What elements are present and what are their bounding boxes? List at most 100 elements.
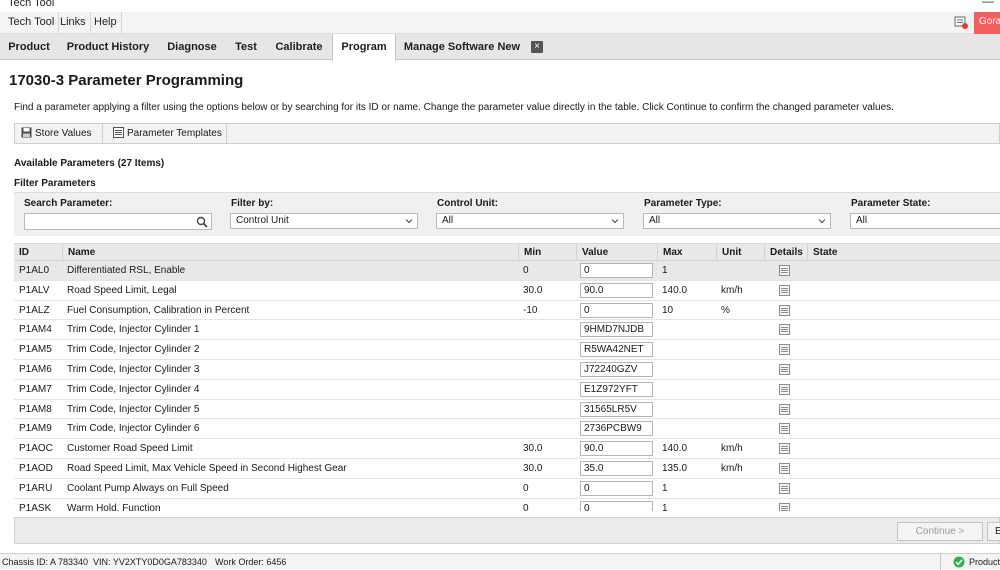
- table-row[interactable]: P1ARU Coolant Pump Always on Full Speed 0 1…: [14, 479, 1000, 499]
- minimize-button[interactable]: —: [982, 0, 994, 8]
- value-input[interactable]: 35.0: [580, 460, 653, 476]
- column-id[interactable]: ID: [14, 244, 62, 261]
- status-bar: Chassis ID: A 783340 VIN: YV2XTY0D0GA783…: [0, 553, 1000, 570]
- cell-min: [518, 360, 576, 379]
- tab-manage-software-new[interactable]: Manage Software New: [398, 34, 526, 60]
- cell-unit: [716, 499, 764, 511]
- parameter-type-label: Parameter Type:: [644, 198, 722, 209]
- table-row[interactable]: P1AOC Customer Road Speed Limit 30.0 140.0 k…: [14, 439, 1000, 459]
- table-row[interactable]: P1ALZ Fuel Consumption, Calibration in Pe…: [14, 301, 1000, 321]
- parameter-templates-button[interactable]: Parameter Templates: [107, 124, 227, 143]
- details-icon[interactable]: [779, 265, 790, 276]
- search-parameter-input[interactable]: [24, 213, 212, 230]
- details-icon[interactable]: [779, 363, 790, 375]
- cell-min: 0: [523, 482, 529, 494]
- column-state[interactable]: State: [807, 244, 1000, 261]
- parameter-state-select[interactable]: All: [850, 213, 1000, 229]
- details-icon[interactable]: [779, 482, 790, 494]
- tab-diagnose[interactable]: Diagnose: [158, 34, 226, 60]
- details-icon[interactable]: [779, 383, 790, 395]
- column-unit[interactable]: Unit: [716, 244, 764, 261]
- cell-name: Road Speed Limit, Legal: [67, 284, 177, 296]
- close-tab-icon[interactable]: ×: [531, 41, 543, 53]
- value-input[interactable]: 0: [580, 480, 653, 496]
- search-icon[interactable]: [196, 216, 208, 228]
- cell-max: 1: [662, 502, 668, 511]
- table-row[interactable]: P1AM6 Trim Code, Injector Cylinder 3 J7224…: [14, 360, 1000, 380]
- table-row[interactable]: P1ALV Road Speed Limit, Legal 30.0 140.0 km/…: [14, 281, 1000, 301]
- instructions-text: Find a parameter applying a filter using…: [14, 102, 894, 113]
- value-input[interactable]: 0: [580, 302, 653, 318]
- extra-button[interactable]: E: [987, 522, 1000, 541]
- column-value[interactable]: Value: [576, 244, 657, 261]
- column-max[interactable]: Max: [657, 244, 716, 261]
- notification-icon[interactable]: [954, 16, 968, 29]
- available-parameters-count: Available Parameters (27 Items): [14, 158, 165, 169]
- cell-id: P1AM9: [19, 423, 52, 435]
- filter-heading: Filter Parameters: [14, 178, 96, 189]
- column-name[interactable]: Name: [62, 244, 518, 261]
- details-icon[interactable]: [779, 324, 790, 336]
- value-input[interactable]: 9HMD7NJDB: [580, 322, 653, 338]
- details-icon[interactable]: [779, 462, 790, 474]
- table-row[interactable]: P1AM4 Trim Code, Injector Cylinder 1 9HMD7…: [14, 320, 1000, 341]
- value-input[interactable]: E1Z972YFT: [580, 381, 653, 397]
- continue-button[interactable]: Continue >: [897, 522, 983, 541]
- cell-min: [518, 380, 576, 399]
- details-icon[interactable]: [779, 502, 790, 511]
- details-icon[interactable]: [779, 344, 790, 356]
- tab-program[interactable]: Program: [332, 34, 396, 61]
- tab-test[interactable]: Test: [226, 34, 266, 60]
- table-row[interactable]: P1AM9 Trim Code, Injector Cylinder 6 2736P…: [14, 419, 1000, 440]
- details-icon[interactable]: [779, 443, 790, 455]
- check-circle-icon: [953, 556, 965, 568]
- value-input[interactable]: R5WA42NET: [580, 342, 653, 358]
- table-row[interactable]: P1AL0 Differentiated RSL, Enable 0 1 0: [14, 261, 1000, 281]
- value-input[interactable]: 90.0: [580, 441, 653, 457]
- table-row[interactable]: P1AM8 Trim Code, Injector Cylinder 5 31565…: [14, 400, 1000, 420]
- cell-min: 30.0: [523, 462, 543, 474]
- menu-tech-tool[interactable]: Tech Tool: [4, 12, 60, 33]
- value-input[interactable]: 31565LR5V: [580, 401, 653, 417]
- work-order: Work Order: 6456: [215, 557, 287, 567]
- cell-min: 30.0: [523, 443, 543, 455]
- tab-product-history[interactable]: Product History: [58, 34, 158, 60]
- cell-id: P1ARU: [19, 482, 53, 494]
- control-unit-select[interactable]: All: [436, 213, 624, 229]
- value-input[interactable]: 2736PCBW9: [580, 421, 653, 437]
- table-row[interactable]: P1ASK Warm Hold, Function 0 1 0: [14, 499, 1000, 511]
- store-values-button[interactable]: Store Values: [15, 124, 103, 143]
- table-row[interactable]: P1AOD Road Speed Limit, Max Vehicle Speed…: [14, 459, 1000, 479]
- status-divider: [940, 554, 941, 570]
- menu-help[interactable]: Help: [90, 12, 122, 33]
- details-icon[interactable]: [779, 284, 790, 296]
- table-row[interactable]: P1AM7 Trim Code, Injector Cylinder 4 E1Z97…: [14, 380, 1000, 400]
- tab-calibrate[interactable]: Calibrate: [266, 34, 332, 60]
- table-header: ID Name Min Value Max Unit Details State: [14, 244, 1000, 261]
- value-input[interactable]: 0: [580, 500, 653, 511]
- details-icon[interactable]: [779, 423, 790, 435]
- cell-unit: km/h: [721, 284, 743, 296]
- value-input[interactable]: J72240GZV: [580, 361, 653, 377]
- cell-max: 135.0: [662, 462, 688, 474]
- cell-name: Trim Code, Injector Cylinder 4: [67, 383, 200, 395]
- cell-id: P1AM5: [19, 344, 52, 356]
- menu-links[interactable]: Links: [56, 12, 91, 33]
- value-input[interactable]: 0: [580, 263, 653, 278]
- vin: VIN: YV2XTY0D0GA783340: [93, 557, 207, 567]
- details-icon[interactable]: [779, 403, 790, 415]
- filter-panel: Search Parameter: Filter by: Control Uni…: [14, 192, 1000, 236]
- details-icon[interactable]: [779, 304, 790, 316]
- table-row[interactable]: P1AM5 Trim Code, Injector Cylinder 2 R5WA4…: [14, 340, 1000, 360]
- column-min[interactable]: Min: [518, 244, 576, 261]
- tab-product[interactable]: Product: [0, 34, 58, 60]
- parameter-type-select[interactable]: All: [643, 213, 831, 229]
- cell-name: Road Speed Limit, Max Vehicle Speed in S…: [67, 462, 347, 474]
- parameter-type-value: All: [649, 215, 661, 226]
- cell-id: P1AOD: [19, 462, 53, 474]
- cell-min: [518, 400, 576, 419]
- cell-unit: [716, 479, 764, 498]
- column-details[interactable]: Details: [764, 244, 807, 261]
- value-input[interactable]: 90.0: [580, 282, 653, 298]
- filter-by-select[interactable]: Control Unit: [230, 213, 418, 229]
